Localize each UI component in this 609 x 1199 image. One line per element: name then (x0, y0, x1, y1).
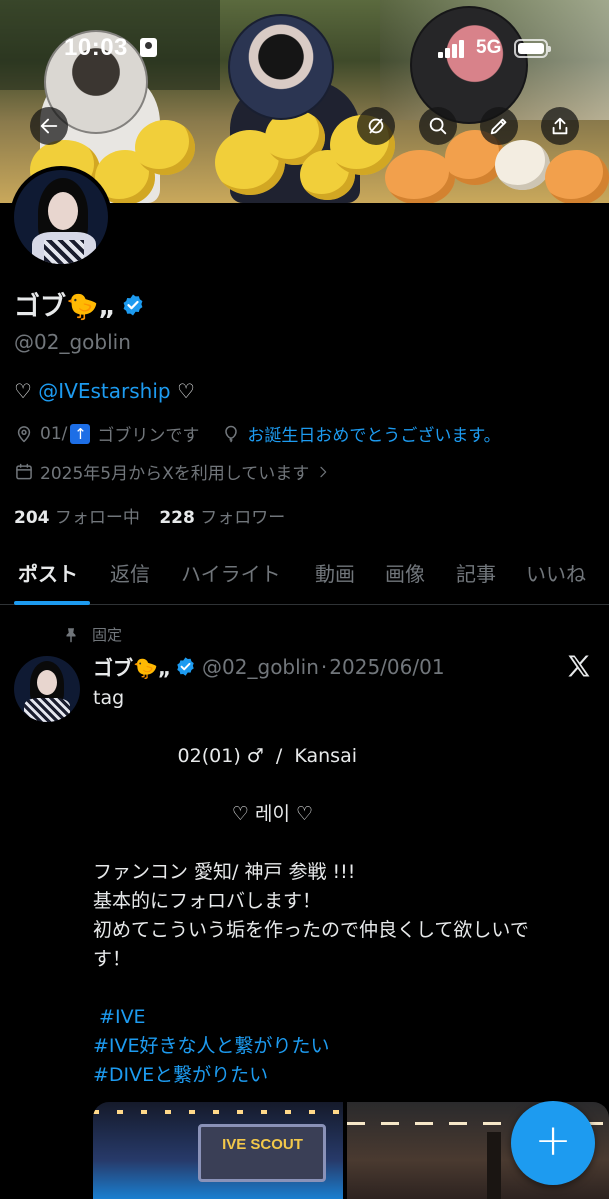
banner-plush (545, 150, 609, 203)
post-author-name[interactable]: ゴブ🐤„ (93, 652, 171, 681)
edit-button[interactable] (480, 107, 518, 145)
tab-images[interactable]: 画像 (385, 558, 425, 587)
post-hashtag-line[interactable]: #IVE (93, 1003, 603, 1032)
media-sign (198, 1124, 326, 1182)
balloon-icon (225, 425, 238, 442)
back-button[interactable] (30, 107, 68, 145)
verified-badge-icon[interactable] (121, 293, 145, 317)
tab-videos[interactable]: 動画 (315, 558, 355, 587)
post-text-line: 基本的にフォロバします！ (93, 890, 322, 912)
post-author-handle[interactable]: @02_goblin (202, 655, 319, 679)
story-avatar[interactable] (228, 14, 334, 120)
edit-icon (490, 118, 507, 135)
profile-handle: @02_goblin (14, 330, 131, 354)
share-icon (552, 117, 568, 135)
signal-icon (438, 40, 468, 58)
post-author-avatar[interactable] (14, 656, 80, 722)
profile-meta-joined[interactable]: 2025年5月からXを利用しています (14, 459, 337, 484)
following-count: 204 (14, 508, 50, 528)
post-text-line: ♡ 레이 ♡ (93, 803, 314, 825)
tab-replies[interactable]: 返信 (110, 558, 150, 587)
location-text: ゴブリンです (97, 426, 200, 446)
profile-name-row: ゴブ🐤„ (14, 286, 145, 323)
bio-mention-link[interactable]: @IVEstarship (38, 379, 170, 403)
location-prefix: 01/ (40, 423, 68, 444)
tab-highlights[interactable]: ハイライト (181, 558, 281, 587)
banner-plush (495, 140, 550, 190)
plus-icon: + (534, 1115, 572, 1166)
network-label: 5G (476, 37, 502, 58)
followers-label: フォロワー (200, 508, 286, 528)
active-tab-indicator (14, 601, 90, 605)
pinned-label: 固定 (92, 626, 123, 644)
verified-badge-icon (177, 657, 194, 676)
avatar-face (48, 192, 78, 230)
location-mark: ↑ (70, 423, 91, 444)
hide-button[interactable] (357, 107, 395, 145)
following-stat[interactable]: 204 フォロー中 (14, 508, 140, 528)
post-text-line (93, 829, 603, 858)
followers-count: 228 (159, 508, 195, 528)
share-button[interactable] (541, 107, 579, 145)
tab-articles[interactable]: 記事 (456, 558, 496, 587)
banner-plush (135, 120, 195, 175)
joined-text: 2025年5月からXを利用しています (40, 464, 310, 484)
search-icon (429, 117, 447, 135)
profile-bio: ♡ @IVEstarship ♡ (14, 379, 195, 403)
post-text-line (93, 974, 603, 1003)
post-text-line (93, 771, 603, 800)
post-hashtag-line[interactable]: #IVE好きな人と繋がりたい (93, 1032, 603, 1061)
post-text-line: す！ (93, 948, 132, 970)
post-text-line: 02(01) ♂ / Kansai (93, 745, 357, 767)
id-card-icon (140, 38, 157, 57)
compose-post-button[interactable]: + (511, 1101, 595, 1185)
calendar-icon (16, 463, 32, 479)
post-avatar-face (37, 670, 57, 695)
post-avatar-outfit (24, 698, 70, 722)
post-text-line (93, 713, 603, 742)
tab-posts[interactable]: ポスト (18, 558, 78, 587)
status-time: 10:03 (64, 34, 128, 61)
arrow-left-icon (40, 118, 58, 134)
post-hashtag-line[interactable]: #DIVEと繋がりたい (93, 1061, 603, 1090)
location-icon (17, 425, 31, 442)
post-text-line: 初めてこういう垢を作ったので仲良くして欲しいで (93, 919, 529, 941)
tab-likes[interactable]: いいね (526, 558, 586, 587)
bio-suffix: ♡ (170, 379, 195, 403)
profile-tabs: ポスト 返信 ハイライト 動画 画像 記事 いいね (0, 545, 609, 605)
post-date[interactable]: 2025/06/01 (329, 655, 444, 679)
post-text-line: tag (93, 687, 125, 709)
post-separator: · (320, 654, 328, 679)
hide-icon (368, 118, 384, 134)
bio-prefix: ♡ (14, 379, 39, 403)
followers-stat[interactable]: 228 フォロワー (159, 508, 285, 528)
battery-icon (514, 39, 551, 58)
story-avatar[interactable] (410, 6, 528, 124)
profile-meta-location: 01/↑ ゴブリンです お誕生日おめでとうございます。 (14, 421, 501, 446)
chevron-right-icon (320, 466, 327, 477)
profile-avatar[interactable] (10, 166, 112, 268)
follow-stats: 204 フォロー中 228 フォロワー (14, 503, 285, 528)
profile-banner[interactable]: 10:03 5G (0, 0, 609, 203)
post-header: ゴブ🐤„ @02_goblin · 2025/06/01 (93, 652, 445, 681)
post-text-line: ファンコン 愛知/ 神戸 参戦 !!! (93, 861, 356, 883)
media-pillar (487, 1132, 501, 1199)
media-sign-text: IVE SCOUT (222, 1136, 303, 1153)
post-text[interactable]: tag 02(01) ♂ / Kansai ♡ 레이 ♡ ファンコン 愛知/ 神戸… (93, 684, 603, 1090)
post-media-image[interactable]: IVE SCOUT (93, 1102, 343, 1199)
media-lights (93, 1110, 343, 1114)
following-label: フォロー中 (54, 508, 140, 528)
pinned-indicator: 固定 (62, 624, 122, 645)
pin-icon (66, 627, 76, 642)
search-button[interactable] (419, 107, 457, 145)
birthday-text: お誕生日おめでとうございます。 (247, 426, 501, 446)
profile-name: ゴブ🐤„ (14, 292, 116, 322)
avatar-outfit-pattern (44, 240, 84, 264)
x-logo-icon[interactable] (565, 652, 593, 680)
